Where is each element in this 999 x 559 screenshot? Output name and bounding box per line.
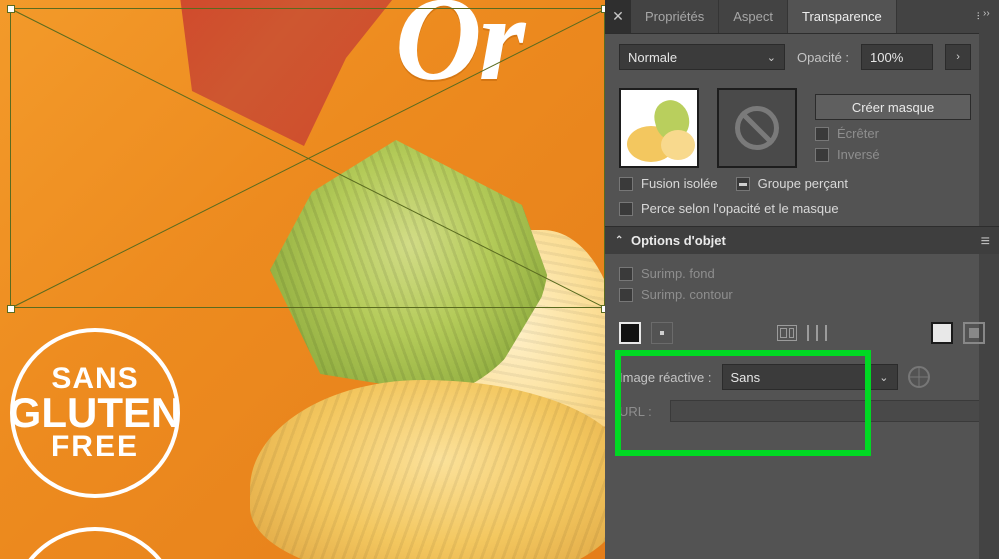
selection-handle[interactable]: [7, 305, 15, 313]
selection-handle[interactable]: [7, 5, 15, 13]
overprint-fill-label: Surimp. fond: [641, 266, 715, 281]
isolate-blending-label: Fusion isolée: [641, 176, 718, 191]
checkbox-icon: [815, 148, 829, 162]
no-mask-icon: [735, 106, 779, 150]
chevron-right-icon: ››: [983, 8, 990, 19]
crisp-artwork: [250, 380, 605, 559]
opacity-slider-flyout[interactable]: ›: [945, 44, 971, 70]
checkbox-icon: [619, 202, 633, 216]
gluten-free-seal: SANS GLUTEN FREE: [10, 328, 180, 498]
tab-properties[interactable]: Propriétés: [631, 0, 719, 33]
opacity-mask-defines-knockout-checkbox[interactable]: Perce selon l'opacité et le masque: [619, 201, 839, 216]
close-icon[interactable]: ✕: [605, 0, 631, 33]
dock-collapse-bar[interactable]: ››: [979, 0, 999, 559]
invert-label: Inversé: [837, 147, 880, 162]
image-map-value: Sans: [731, 370, 761, 385]
url-field[interactable]: [670, 400, 985, 422]
artboard-canvas[interactable]: Or SANS GLUTEN FREE SANS GRAS: [0, 0, 605, 559]
attributes-panel-header[interactable]: ⌃ Options d'objet ≡: [605, 226, 999, 254]
make-mask-button[interactable]: Créer masque: [815, 94, 971, 120]
panel-dock: ›› ✕ Propriétés Aspect Transparence ≡ No…: [605, 0, 999, 559]
opacity-field[interactable]: 100%: [861, 44, 933, 70]
blend-mode-select[interactable]: Normale ⌄: [619, 44, 785, 70]
seal-line: GLUTEN: [9, 393, 182, 433]
clip-checkbox: Écrêter: [815, 126, 971, 141]
browser-icon: [908, 366, 930, 388]
clip-label: Écrêter: [837, 126, 879, 141]
checkbox-icon: [815, 127, 829, 141]
panel-flyout-menu-icon[interactable]: ≡: [981, 233, 991, 251]
show-center-icon[interactable]: [777, 325, 797, 341]
object-thumbnail[interactable]: [619, 88, 699, 168]
overprint-stroke-checkbox: Surimp. contour: [619, 287, 733, 302]
opacity-label: Opacité :: [797, 50, 849, 65]
opacity-mask-define-label: Perce selon l'opacité et le masque: [641, 201, 839, 216]
checkbox-icon: [619, 288, 633, 302]
even-odd-rule-toggle[interactable]: [931, 322, 953, 344]
chevron-down-icon: ⌄: [879, 371, 888, 384]
image-map-select[interactable]: Sans ⌄: [722, 364, 898, 390]
blend-mode-value: Normale: [628, 50, 677, 65]
checkbox-icon: [619, 267, 633, 281]
tab-aspect[interactable]: Aspect: [719, 0, 788, 33]
url-label: URL :: [619, 404, 652, 419]
isolate-blending-checkbox[interactable]: Fusion isolée: [619, 176, 718, 191]
overprint-stroke-label: Surimp. contour: [641, 287, 733, 302]
checkbox-icon: [619, 177, 633, 191]
tab-transparency[interactable]: Transparence: [788, 0, 897, 33]
knockout-group-label: Groupe perçant: [758, 176, 848, 191]
opacity-mask-thumbnail[interactable]: [717, 88, 797, 168]
seal-line: FREE: [51, 433, 139, 462]
image-map-label: Image réactive :: [619, 370, 712, 385]
nonzero-rule-toggle[interactable]: [963, 322, 985, 344]
center-point-toggle[interactable]: [651, 322, 673, 344]
reverse-path-icon[interactable]: [807, 325, 827, 341]
fill-swatch[interactable]: [619, 322, 641, 344]
invert-mask-checkbox: Inversé: [815, 147, 971, 162]
transparency-panel-header: ✕ Propriétés Aspect Transparence ≡: [605, 0, 999, 34]
caret-icon: ⌃: [615, 235, 625, 246]
attributes-title: Options d'objet: [631, 233, 726, 248]
checkbox-mixed-icon: [736, 177, 750, 191]
overprint-fill-checkbox: Surimp. fond: [619, 266, 715, 281]
knockout-group-checkbox[interactable]: Groupe perçant: [736, 176, 848, 191]
sans-gras-seal: SANS GRAS: [10, 527, 180, 559]
chevron-down-icon: ⌄: [767, 51, 776, 64]
opacity-value: 100%: [870, 50, 903, 65]
